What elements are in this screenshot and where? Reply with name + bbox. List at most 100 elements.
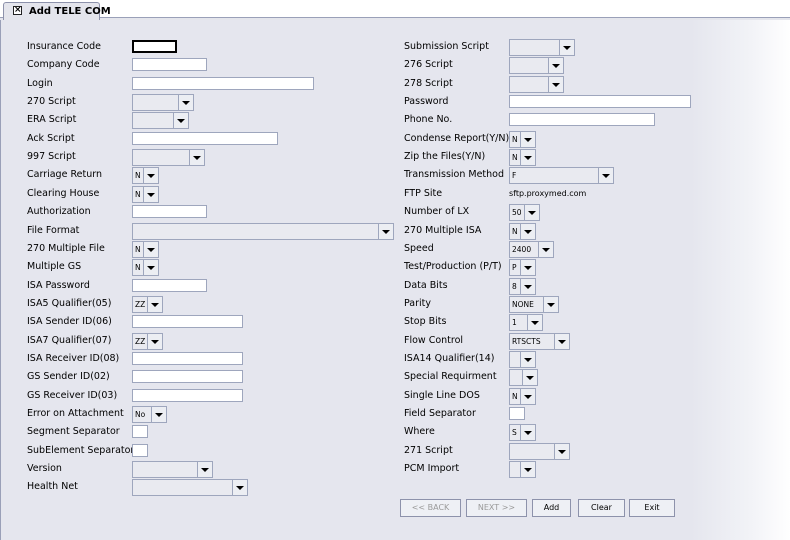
chevron-down-icon[interactable]: [143, 260, 158, 276]
stop-bits-dropdown[interactable]: 1: [509, 314, 543, 332]
gs-receiver-id-03-field[interactable]: [132, 388, 243, 402]
chevron-down-icon[interactable]: [520, 425, 535, 441]
isa-receiver-id-08-field[interactable]: [132, 351, 243, 365]
chevron-down-icon[interactable]: [522, 370, 537, 386]
exit-button[interactable]: Exit: [629, 499, 675, 517]
file-format-dropdown[interactable]: [132, 222, 394, 240]
carriage-return-dropdown[interactable]: N: [132, 167, 159, 185]
chevron-down-icon[interactable]: [559, 40, 574, 55]
ack-script-label: Ack Script: [27, 132, 75, 144]
270-multiple-file-dropdown[interactable]: N: [132, 240, 159, 258]
selected-value: P: [512, 263, 517, 273]
selected-value: NONE: [512, 299, 534, 309]
chevron-down-icon[interactable]: [147, 296, 162, 312]
chevron-down-icon[interactable]: [548, 58, 563, 74]
chevron-down-icon[interactable]: [178, 95, 193, 111]
isa-sender-id-06-field[interactable]: [132, 315, 243, 329]
tab-add-telecom[interactable]: × Add TELE COM: [3, 2, 111, 20]
chevron-down-icon[interactable]: [143, 168, 158, 184]
special-requirment-dropdown[interactable]: [509, 369, 538, 387]
chevron-down-icon[interactable]: [598, 168, 613, 184]
chevron-down-icon[interactable]: [143, 186, 158, 202]
chevron-down-icon[interactable]: [520, 131, 535, 147]
segment-separator-field[interactable]: [132, 425, 148, 439]
ftp-site-value: sftp.proxymed.com: [509, 188, 587, 198]
clearing-house-dropdown[interactable]: N: [132, 185, 159, 203]
chevron-down-icon[interactable]: [520, 278, 535, 294]
version-label: Version: [27, 463, 62, 475]
data-bits-dropdown[interactable]: 8: [509, 277, 536, 295]
chevron-down-icon[interactable]: [197, 462, 212, 478]
chevron-down-icon[interactable]: [524, 205, 539, 221]
gs-sender-id-02-field[interactable]: [132, 370, 243, 384]
multiple-gs-dropdown[interactable]: N: [132, 259, 159, 277]
isa-password-field[interactable]: [132, 278, 207, 292]
speed-dropdown[interactable]: 2400: [509, 240, 554, 258]
condense-report-y-n-dropdown[interactable]: N: [509, 130, 536, 148]
ack-script-field[interactable]: [132, 131, 278, 145]
270-script-dropdown[interactable]: [132, 94, 194, 112]
chevron-down-icon[interactable]: [520, 351, 535, 367]
chevron-down-icon[interactable]: [554, 333, 569, 349]
chevron-down-icon[interactable]: [538, 241, 553, 257]
health-net-dropdown[interactable]: [132, 479, 248, 497]
phone-no-field[interactable]: [509, 113, 655, 127]
era-script-label: ERA Script: [27, 114, 77, 126]
chevron-down-icon[interactable]: [378, 223, 393, 239]
where-dropdown[interactable]: S: [509, 424, 536, 442]
pcm-import-dropdown[interactable]: [509, 461, 536, 479]
transmission-method-label: Transmission Method: [404, 169, 505, 181]
chevron-down-icon[interactable]: [520, 223, 535, 239]
next-button[interactable]: NEXT >>: [466, 499, 527, 517]
company-code-field[interactable]: [132, 58, 207, 72]
subelement-separator-field[interactable]: [132, 443, 148, 457]
close-icon[interactable]: ×: [13, 6, 22, 15]
tab-title: Add TELE COM: [29, 6, 111, 17]
add-button[interactable]: Add: [532, 499, 571, 517]
back-button[interactable]: << BACK: [400, 499, 461, 517]
password-field[interactable]: [509, 95, 691, 109]
authorization-field[interactable]: [132, 205, 207, 219]
chevron-down-icon[interactable]: [520, 388, 535, 404]
chevron-down-icon[interactable]: [173, 113, 188, 129]
field-separator-field[interactable]: [509, 407, 525, 420]
error-on-attachment-dropdown[interactable]: No: [132, 406, 167, 423]
transmission-method-dropdown[interactable]: F: [509, 167, 614, 185]
chevron-down-icon[interactable]: [527, 315, 542, 331]
chevron-down-icon[interactable]: [543, 296, 558, 312]
271-script-dropdown[interactable]: [509, 442, 570, 460]
278-script-label: 278 Script: [404, 77, 453, 89]
test-production-p-t-dropdown[interactable]: P: [509, 259, 536, 277]
chevron-down-icon[interactable]: [548, 76, 563, 92]
single-line-dos-dropdown[interactable]: N: [509, 387, 536, 405]
chevron-down-icon[interactable]: [520, 150, 535, 166]
insurance-code-field[interactable]: [132, 40, 177, 53]
chevron-down-icon[interactable]: [232, 480, 247, 496]
chevron-down-icon[interactable]: [520, 462, 535, 478]
270-multiple-isa-dropdown[interactable]: N: [509, 222, 536, 240]
number-of-lx-dropdown[interactable]: 50: [509, 204, 540, 222]
isa5-qualifier-05-dropdown[interactable]: ZZ: [132, 295, 163, 313]
parity-dropdown[interactable]: NONE: [509, 295, 559, 313]
zip-the-files-y-n-dropdown[interactable]: N: [509, 149, 536, 167]
chevron-down-icon[interactable]: [520, 260, 535, 276]
997-script-dropdown[interactable]: [132, 149, 205, 167]
278-script-dropdown[interactable]: [509, 75, 564, 93]
authorization-label: Authorization: [27, 206, 91, 218]
chevron-down-icon[interactable]: [189, 150, 204, 166]
era-script-dropdown[interactable]: [132, 112, 189, 130]
version-dropdown[interactable]: [132, 461, 213, 479]
chevron-down-icon[interactable]: [554, 443, 569, 459]
segment-separator-label: Segment Separator: [27, 426, 120, 438]
276-script-dropdown[interactable]: [509, 57, 564, 75]
chevron-down-icon[interactable]: [143, 241, 158, 257]
isa14-qualifier-14-dropdown[interactable]: [509, 350, 536, 368]
clear-button[interactable]: Clear: [578, 499, 625, 517]
chevron-down-icon[interactable]: [151, 407, 166, 422]
login-field[interactable]: [132, 76, 314, 90]
isa14-qualifier-14-label: ISA14 Qualifier(14): [404, 352, 495, 364]
flow-control-dropdown[interactable]: RTSCTS: [509, 332, 570, 350]
isa7-qualifier-07-dropdown[interactable]: ZZ: [132, 332, 163, 350]
chevron-down-icon[interactable]: [147, 333, 162, 349]
submission-script-dropdown[interactable]: [509, 39, 575, 56]
